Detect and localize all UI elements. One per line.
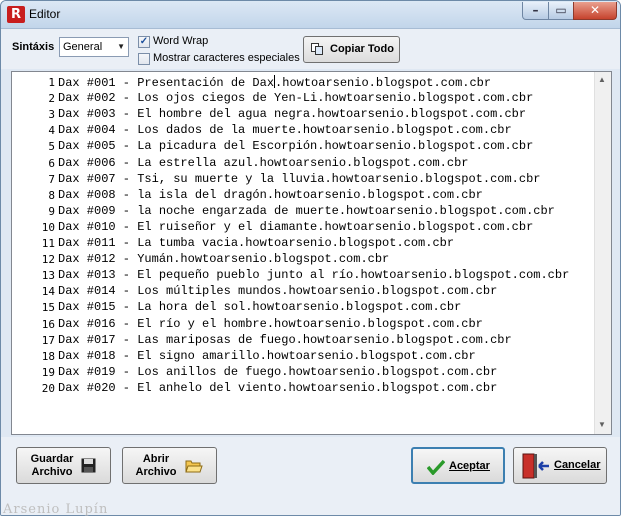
line-number: 6 — [48, 156, 55, 170]
line-number: 14 — [41, 285, 55, 299]
cancel-button[interactable]: Cancelar — [513, 447, 607, 484]
folder-open-icon — [185, 460, 203, 473]
app-logo-icon: R — [7, 6, 25, 23]
editor-line[interactable]: Dax #003 - El hombre del agua negra.howt… — [58, 107, 526, 121]
line-number: 5 — [48, 140, 55, 154]
editor-line[interactable]: Dax #019 - Los anillos de fuego.howtoars… — [58, 365, 497, 379]
editor-line[interactable]: Dax #004 - Los dados de la muerte.howtoa… — [58, 123, 512, 137]
editor-line[interactable]: Dax #016 - El río y el hombre.howtoarsen… — [58, 317, 483, 331]
open-file-label: Abrir Archivo — [131, 453, 181, 479]
chevron-down-icon: ▼ — [117, 42, 125, 51]
text-caret — [274, 75, 276, 88]
line-number: 13 — [41, 269, 55, 283]
syntax-select[interactable]: General ▼ — [59, 37, 129, 57]
cancel-label: Cancelar — [554, 459, 601, 471]
editor-line[interactable]: Dax #006 - La estrella azul.howtoarsenio… — [58, 156, 468, 170]
vertical-scrollbar[interactable]: ▲ ▼ — [594, 72, 611, 434]
line-number: 12 — [41, 253, 55, 267]
editor-line[interactable]: Dax #008 - la isla del dragón.howtoarsen… — [58, 188, 483, 202]
editor-line[interactable]: Dax #005 - La picadura del Escorpión.how… — [58, 139, 533, 153]
close-button[interactable]: ✕ — [573, 2, 617, 20]
editor-line[interactable]: Dax #009 - la noche engarzada de muerte.… — [58, 204, 555, 218]
line-number: 8 — [48, 188, 55, 202]
line-number: 10 — [41, 220, 55, 234]
line-number: 15 — [41, 301, 55, 315]
line-number: 17 — [41, 333, 55, 347]
save-file-label: Guardar Archivo — [27, 453, 77, 479]
copy-icon — [311, 43, 323, 55]
open-file-label-line2: Archivo — [135, 466, 177, 478]
editor-line[interactable]: Dax #017 - Las mariposas de fuego.howtoa… — [58, 333, 512, 347]
special-chars-label[interactable]: Mostrar caracteres especiales — [153, 52, 300, 64]
window-title: Editor — [29, 7, 61, 21]
scroll-down-icon[interactable]: ▼ — [598, 420, 606, 429]
editor-window: R Editor – ▭ ✕ Sintáxis General ▼ ✓ Word… — [0, 0, 621, 516]
editor-line[interactable]: Dax #007 - Tsi, su muerte y la lluvia.ho… — [58, 172, 540, 186]
line-number: 19 — [41, 365, 55, 379]
editor-line[interactable]: Dax #018 - El signo amarillo.howtoarseni… — [58, 349, 476, 363]
special-chars-checkbox[interactable] — [138, 53, 150, 65]
save-file-button[interactable]: Guardar Archivo — [16, 447, 111, 484]
editor-line[interactable]: Dax #012 - Yumán.howtoarsenio.blogspot.c… — [58, 252, 389, 266]
line-number: 18 — [41, 349, 55, 363]
maximize-button[interactable]: ▭ — [548, 2, 574, 20]
editor-line[interactable]: Dax #010 - El ruiseñor y el diamante.how… — [58, 220, 533, 234]
syntax-label: Sintáxis — [12, 41, 55, 53]
title-bar[interactable]: R Editor – ▭ ✕ — [1, 1, 620, 29]
accept-button[interactable]: Aceptar — [411, 447, 505, 484]
editor-line[interactable]: Dax #011 - La tumba vacia.howtoarsenio.b… — [58, 236, 454, 250]
line-number: 4 — [48, 124, 55, 138]
line-number: 20 — [41, 381, 55, 395]
copy-all-button[interactable]: Copiar Todo — [303, 36, 400, 63]
editor-line[interactable]: Dax #013 - El pequeño pueblo junto al rí… — [58, 268, 569, 282]
editor-line[interactable]: Dax #001 - Presentación de Dax.howtoarse… — [58, 75, 491, 90]
line-number: 7 — [48, 172, 55, 186]
editor-text-area[interactable]: Dax #001 - Presentación de Dax.howtoarse… — [58, 72, 595, 434]
toolbar: Sintáxis General ▼ ✓ Word Wrap Mostrar c… — [1, 29, 620, 69]
editor-line[interactable]: Dax #020 - El anhelo del viento.howtoars… — [58, 381, 497, 395]
word-wrap-checkbox[interactable]: ✓ — [138, 36, 150, 48]
line-number: 9 — [48, 204, 55, 218]
line-number: 1 — [48, 76, 55, 89]
line-number: 3 — [48, 108, 55, 122]
minimize-button[interactable]: – — [522, 2, 549, 20]
exit-door-icon — [522, 453, 549, 479]
line-number: 11 — [41, 237, 55, 250]
watermark: Arsenio Lupín — [3, 502, 109, 517]
open-file-button[interactable]: Abrir Archivo — [122, 447, 217, 484]
editor-line[interactable]: Dax #014 - Los múltiples mundos.howtoars… — [58, 284, 497, 298]
floppy-disk-icon — [81, 458, 96, 473]
editor-line[interactable]: Dax #002 - Los ojos ciegos de Yen-Li.how… — [58, 91, 533, 105]
syntax-select-value: General — [63, 41, 103, 53]
save-file-label-line2: Archivo — [31, 466, 73, 478]
line-number-gutter: 1 2 3 4 5 6 7 8 9 10 11 12 13 14 15 16 17 18 19 20 — [12, 72, 55, 434]
save-file-label-line1: Guardar — [30, 453, 74, 465]
accept-label: Aceptar — [449, 460, 490, 472]
editor-line[interactable]: Dax #015 - La hora del sol.howtoarsenio.… — [58, 300, 461, 314]
line-number: 16 — [41, 317, 55, 331]
open-file-label-line1: Abrir — [142, 453, 170, 465]
word-wrap-label[interactable]: Word Wrap — [153, 35, 208, 47]
text-editor[interactable]: 1 2 3 4 5 6 7 8 9 10 11 12 13 14 15 16 17 18 19 20 Dax #001… — [11, 71, 612, 435]
scroll-up-icon[interactable]: ▲ — [598, 75, 606, 84]
line-number: 2 — [48, 92, 55, 106]
checkmark-icon — [427, 459, 445, 475]
copy-all-label: Copiar Todo — [330, 43, 394, 55]
